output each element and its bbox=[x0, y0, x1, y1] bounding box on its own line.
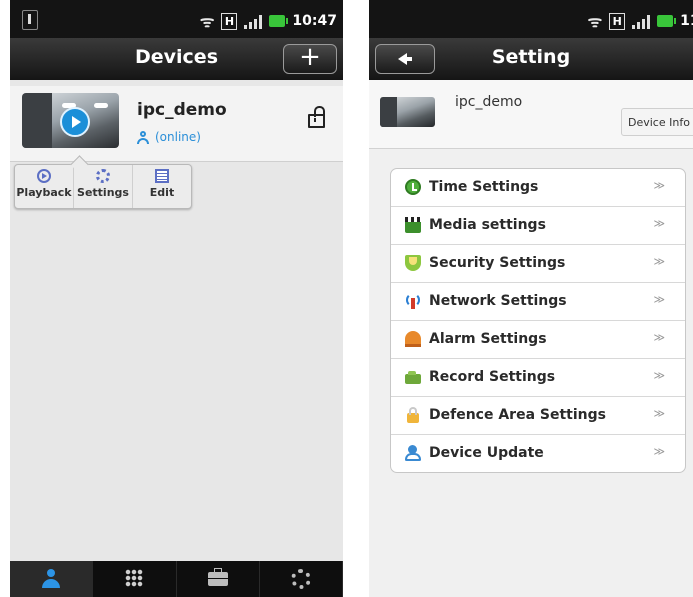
battery-icon bbox=[269, 15, 289, 27]
tab-devices[interactable] bbox=[10, 561, 94, 597]
tab-tools[interactable] bbox=[177, 561, 260, 597]
settings-list: Time Settings ≫ Media settings ≫ Securit… bbox=[390, 168, 686, 473]
status-bar: ᯤ H 10:47 bbox=[10, 0, 343, 38]
setting-item-time[interactable]: Time Settings ≫ bbox=[391, 169, 685, 207]
media-icon bbox=[405, 217, 421, 233]
record-icon bbox=[405, 369, 421, 385]
lock-icon bbox=[405, 407, 421, 423]
chevron-right-icon: ≫ bbox=[653, 369, 664, 382]
setting-label: Time Settings bbox=[429, 179, 539, 195]
setting-screen: ᯤ H 11:0 Setting ipc_demo Device Info Ti… bbox=[369, 0, 693, 597]
device-thumbnail[interactable] bbox=[22, 93, 119, 148]
setting-label: Alarm Settings bbox=[429, 331, 547, 347]
unlock-icon[interactable] bbox=[308, 106, 325, 128]
user-update-icon bbox=[405, 445, 421, 461]
antenna-icon bbox=[405, 293, 421, 309]
title-bar: Devices + bbox=[10, 38, 343, 80]
chevron-right-icon: ≫ bbox=[653, 331, 664, 344]
setting-label: Network Settings bbox=[429, 293, 567, 309]
tab-grid[interactable] bbox=[93, 561, 177, 597]
chevron-right-icon: ≫ bbox=[653, 255, 664, 268]
edit-icon bbox=[155, 169, 169, 183]
device-status: (online) bbox=[137, 130, 201, 144]
network-type-icon: H bbox=[609, 12, 626, 30]
chevron-right-icon: ≫ bbox=[653, 445, 664, 458]
settings-icon bbox=[96, 169, 110, 183]
status-bar: ᯤ H 11:0 bbox=[369, 0, 693, 38]
setting-item-media[interactable]: Media settings ≫ bbox=[391, 207, 685, 245]
person-icon bbox=[137, 130, 149, 144]
playback-label: Playback bbox=[16, 186, 72, 199]
signal-icon bbox=[244, 14, 263, 29]
grid-icon bbox=[125, 569, 144, 587]
setting-label: Record Settings bbox=[429, 369, 556, 385]
tab-settings[interactable] bbox=[260, 561, 343, 597]
device-info-button[interactable]: Device Info bbox=[621, 108, 693, 136]
setting-item-alarm[interactable]: Alarm Settings ≫ bbox=[391, 321, 685, 359]
wifi-icon: ᯤ bbox=[587, 12, 603, 31]
page-title: Setting bbox=[491, 46, 571, 68]
settings-button[interactable]: Settings bbox=[74, 165, 133, 208]
usb-icon bbox=[22, 10, 38, 30]
setting-item-record[interactable]: Record Settings ≫ bbox=[391, 359, 685, 397]
status-time: 11:0 bbox=[680, 13, 693, 29]
clock-icon bbox=[405, 179, 421, 195]
title-bar: Setting bbox=[369, 38, 693, 80]
setting-item-defence-area[interactable]: Defence Area Settings ≫ bbox=[391, 397, 685, 435]
chevron-right-icon: ≫ bbox=[653, 217, 664, 230]
settings-label: Settings bbox=[77, 186, 129, 199]
bottom-tab-bar bbox=[10, 561, 343, 597]
play-icon[interactable] bbox=[60, 107, 90, 137]
wifi-icon: ᯤ bbox=[199, 12, 215, 31]
chevron-right-icon: ≫ bbox=[653, 407, 664, 420]
setting-label: Defence Area Settings bbox=[429, 407, 606, 423]
device-name: ipc_demo bbox=[455, 94, 523, 110]
briefcase-icon bbox=[207, 568, 228, 586]
online-status-text: (online) bbox=[155, 130, 201, 144]
network-type-icon: H bbox=[221, 12, 238, 30]
playback-button[interactable]: Playback bbox=[15, 165, 74, 208]
setting-label: Media settings bbox=[429, 217, 546, 233]
setting-label: Security Settings bbox=[429, 255, 566, 271]
add-device-button[interactable]: + bbox=[283, 44, 337, 74]
bell-icon bbox=[405, 331, 421, 347]
battery-icon bbox=[657, 15, 677, 27]
setting-item-network[interactable]: Network Settings ≫ bbox=[391, 283, 685, 321]
chevron-right-icon: ≫ bbox=[653, 293, 664, 306]
device-action-popup: Playback Settings Edit bbox=[14, 164, 192, 209]
setting-item-device-update[interactable]: Device Update ≫ bbox=[391, 435, 685, 472]
user-icon bbox=[42, 569, 61, 589]
signal-icon bbox=[632, 14, 651, 29]
chevron-right-icon: ≫ bbox=[653, 179, 664, 192]
device-name: ipc_demo bbox=[137, 100, 227, 120]
gear-icon bbox=[290, 569, 311, 589]
shield-icon bbox=[405, 255, 421, 271]
edit-label: Edit bbox=[149, 186, 175, 199]
setting-label: Device Update bbox=[429, 445, 544, 461]
edit-button[interactable]: Edit bbox=[133, 165, 191, 208]
devices-screen: ᯤ H 10:47 Devices + ipc_demo (online) Pl… bbox=[10, 0, 343, 597]
setting-item-security[interactable]: Security Settings ≫ bbox=[391, 245, 685, 283]
status-time: 10:47 bbox=[292, 13, 337, 29]
device-thumbnail bbox=[380, 97, 435, 127]
device-list-item[interactable]: ipc_demo (online) bbox=[10, 86, 343, 162]
playback-icon bbox=[37, 169, 51, 183]
